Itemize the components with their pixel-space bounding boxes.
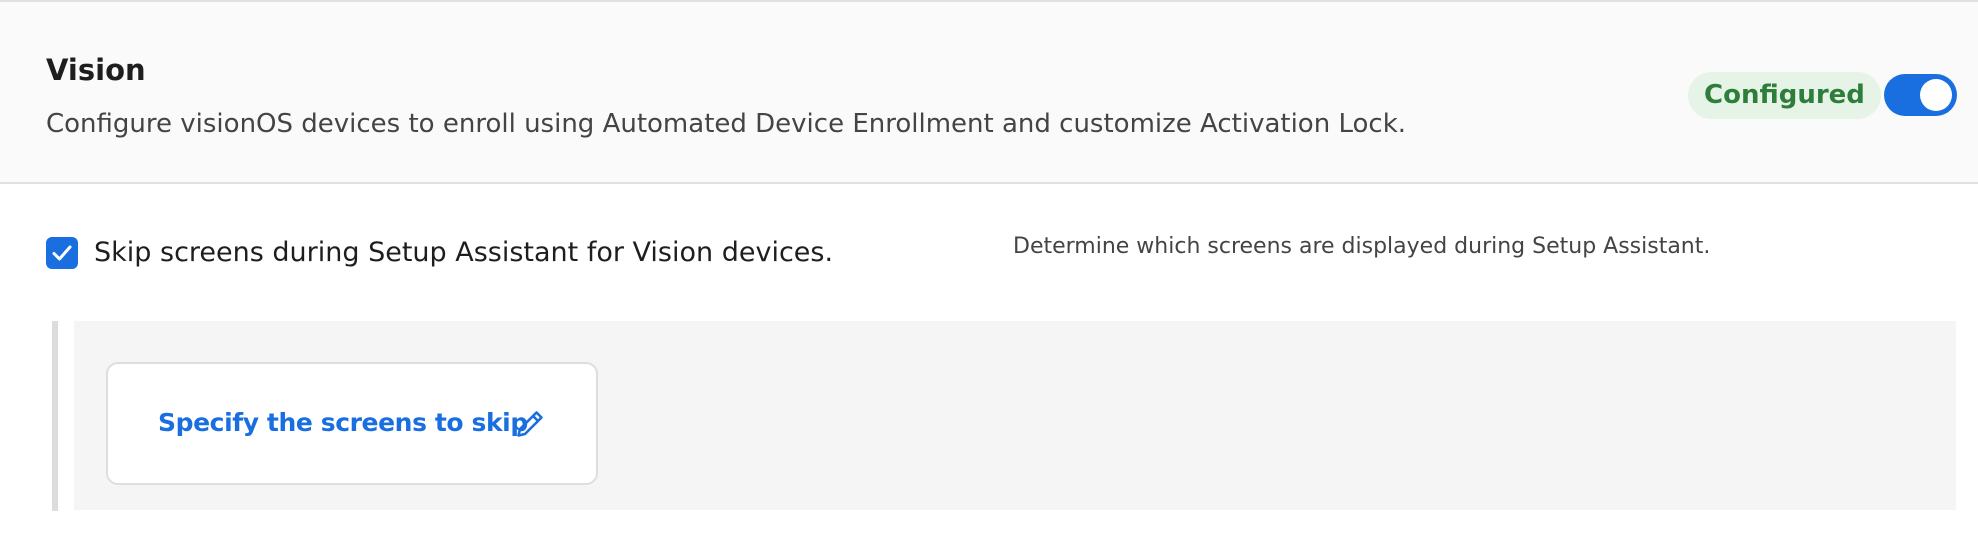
section-title: Vision bbox=[46, 53, 146, 87]
skip-screens-checkbox[interactable] bbox=[46, 237, 78, 269]
checkmark-icon bbox=[52, 245, 72, 261]
specify-screens-button[interactable]: Specify the screens to skip bbox=[106, 362, 598, 485]
nested-indent-bar bbox=[52, 321, 58, 511]
toggle-knob bbox=[1920, 79, 1952, 111]
section-description: Configure visionOS devices to enroll usi… bbox=[46, 109, 1407, 139]
page: Vision Configure visionOS devices to enr… bbox=[0, 0, 1978, 536]
pencil-icon bbox=[517, 411, 543, 437]
skip-screens-label[interactable]: Skip screens during Setup Assistant for … bbox=[94, 235, 833, 271]
skip-screens-help-text: Determine which screens are displayed du… bbox=[1013, 234, 1711, 259]
specify-screens-label: Specify the screens to skip bbox=[158, 408, 528, 437]
vision-section-header: Vision Configure visionOS devices to enr… bbox=[0, 0, 1978, 184]
status-badge: Configured bbox=[1688, 72, 1881, 119]
enable-toggle[interactable] bbox=[1884, 74, 1957, 116]
